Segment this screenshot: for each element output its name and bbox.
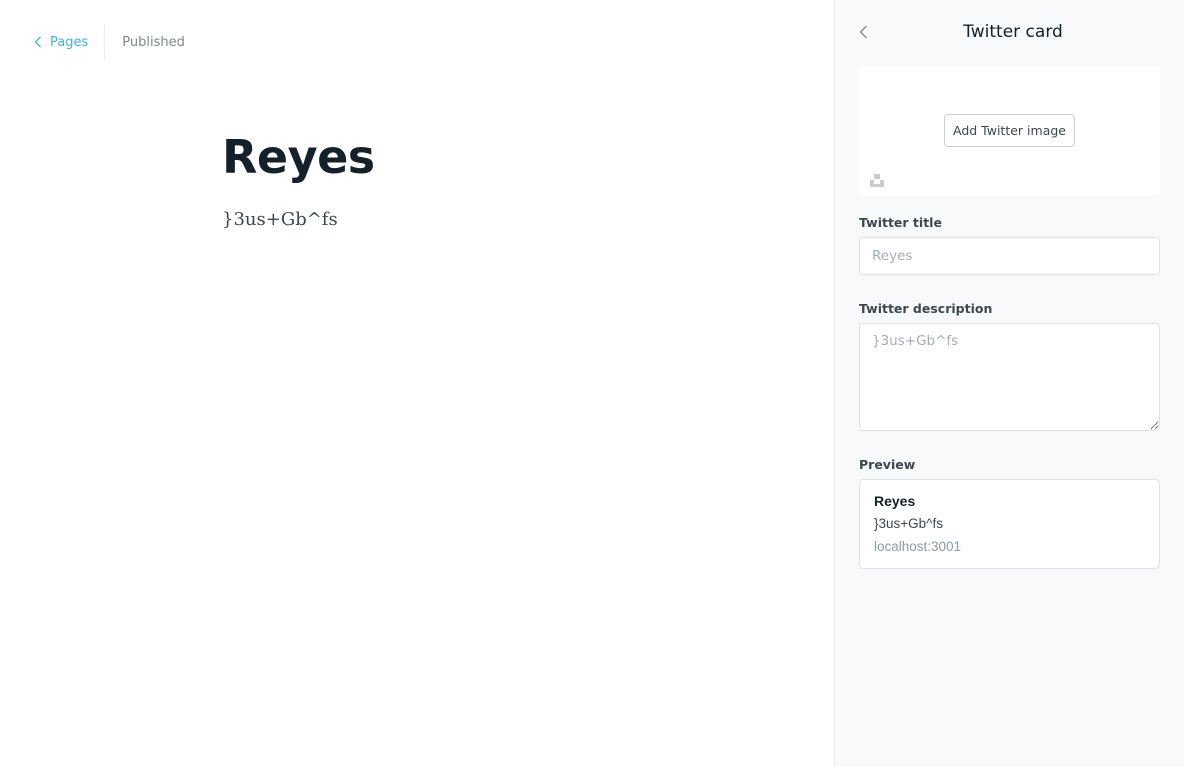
post-status: Published bbox=[122, 34, 185, 50]
twitter-title-input[interactable] bbox=[859, 237, 1160, 275]
panel-title: Twitter card bbox=[963, 22, 1063, 42]
chevron-left-icon bbox=[34, 36, 41, 48]
preview-url: localhost:3001 bbox=[874, 539, 962, 554]
twitter-card-panel: Twitter card Add Twitter image Twitter t… bbox=[834, 0, 1184, 767]
panel-header: Twitter card bbox=[835, 18, 1184, 48]
post-title[interactable]: Reyes bbox=[222, 130, 375, 184]
editor-topbar: Pages Published bbox=[34, 24, 185, 60]
twitter-description-label: Twitter description bbox=[859, 301, 993, 316]
twitter-description-input[interactable] bbox=[859, 323, 1160, 431]
twitter-title-label: Twitter title bbox=[859, 215, 942, 230]
unsplash-icon[interactable] bbox=[870, 173, 884, 187]
pages-back-label: Pages bbox=[50, 34, 89, 50]
preview-title: Reyes bbox=[874, 493, 916, 509]
editor-area: Pages Published Reyes }3us+Gb^fs bbox=[0, 0, 834, 767]
add-twitter-image-button[interactable]: Add Twitter image bbox=[944, 114, 1075, 147]
preview-label: Preview bbox=[859, 457, 916, 472]
twitter-card-preview: Reyes }3us+Gb^fs localhost:3001 bbox=[859, 479, 1160, 569]
post-body[interactable]: }3us+Gb^fs bbox=[222, 209, 338, 230]
preview-description: }3us+Gb^fs bbox=[874, 516, 944, 531]
topbar-divider bbox=[104, 24, 106, 60]
pages-back-link[interactable]: Pages bbox=[34, 35, 88, 50]
twitter-image-uploader: Add Twitter image bbox=[859, 66, 1160, 195]
